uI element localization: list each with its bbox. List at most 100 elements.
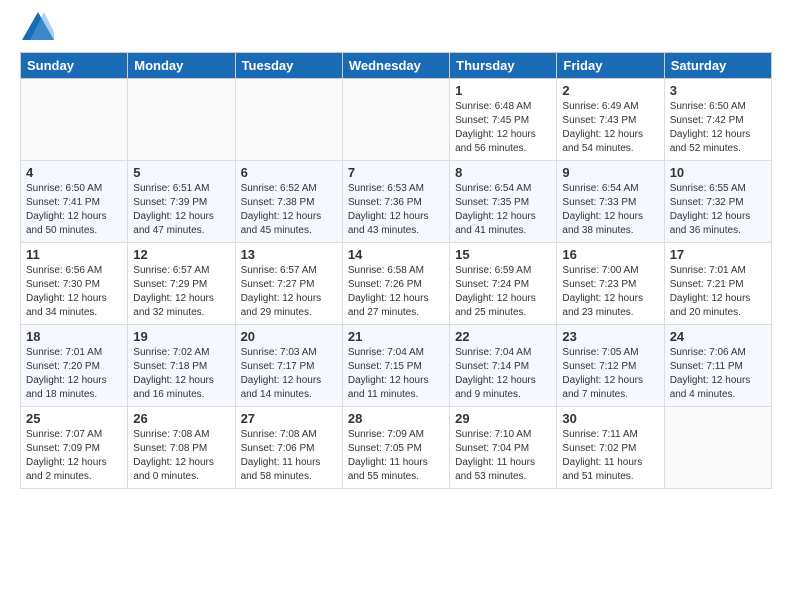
day-number: 13 xyxy=(241,247,337,262)
calendar-cell: 6 Sunrise: 6:52 AMSunset: 7:38 PMDaylight… xyxy=(235,161,342,243)
day-info: Sunrise: 6:51 AMSunset: 7:39 PMDaylight:… xyxy=(133,183,214,236)
logo-icon xyxy=(22,12,54,42)
day-info: Sunrise: 6:50 AMSunset: 7:42 PMDaylight:… xyxy=(670,101,751,154)
calendar-cell: 9 Sunrise: 6:54 AMSunset: 7:33 PMDaylight… xyxy=(557,161,664,243)
day-number: 21 xyxy=(348,329,444,344)
day-info: Sunrise: 6:58 AMSunset: 7:26 PMDaylight:… xyxy=(348,265,429,318)
day-number: 19 xyxy=(133,329,229,344)
calendar-cell: 3 Sunrise: 6:50 AMSunset: 7:42 PMDaylight… xyxy=(664,79,771,161)
day-number: 12 xyxy=(133,247,229,262)
day-number: 24 xyxy=(670,329,766,344)
calendar-cell: 26 Sunrise: 7:08 AMSunset: 7:08 PMDayligh… xyxy=(128,407,235,489)
column-header-tuesday: Tuesday xyxy=(235,53,342,79)
day-number: 28 xyxy=(348,411,444,426)
day-number: 26 xyxy=(133,411,229,426)
calendar-cell: 22Sunrise: 7:04 AMSunset: 7:14 PMDayligh… xyxy=(450,325,557,407)
calendar-cell: 25 Sunrise: 7:07 AMSunset: 7:09 PMDayligh… xyxy=(21,407,128,489)
calendar-table: SundayMondayTuesdayWednesdayThursdayFrid… xyxy=(20,52,772,489)
calendar-header-row: SundayMondayTuesdayWednesdayThursdayFrid… xyxy=(21,53,772,79)
day-number: 10 xyxy=(670,165,766,180)
calendar-cell: 27Sunrise: 7:08 AMSunset: 7:06 PMDayligh… xyxy=(235,407,342,489)
day-info: Sunrise: 6:57 AMSunset: 7:29 PMDaylight:… xyxy=(133,265,214,318)
calendar-cell: 15 Sunrise: 6:59 AMSunset: 7:24 PMDayligh… xyxy=(450,243,557,325)
calendar-cell: 28 Sunrise: 7:09 AMSunset: 7:05 PMDayligh… xyxy=(342,407,449,489)
day-info: Sunrise: 6:56 AMSunset: 7:30 PMDaylight:… xyxy=(26,265,107,318)
day-number: 20 xyxy=(241,329,337,344)
day-info: Sunrise: 7:03 AMSunset: 7:17 PMDaylight:… xyxy=(241,347,322,400)
day-info: Sunrise: 7:01 AMSunset: 7:20 PMDaylight:… xyxy=(26,347,107,400)
calendar-cell: 5 Sunrise: 6:51 AMSunset: 7:39 PMDaylight… xyxy=(128,161,235,243)
column-header-saturday: Saturday xyxy=(664,53,771,79)
day-info: Sunrise: 7:11 AMSunset: 7:02 PMDaylight:… xyxy=(562,429,642,482)
calendar-cell: 17 Sunrise: 7:01 AMSunset: 7:21 PMDayligh… xyxy=(664,243,771,325)
day-info: Sunrise: 6:54 AMSunset: 7:33 PMDaylight:… xyxy=(562,183,643,236)
calendar-week-4: 18 Sunrise: 7:01 AMSunset: 7:20 PMDayligh… xyxy=(21,325,772,407)
calendar-week-2: 4Sunrise: 6:50 AMSunset: 7:41 PMDaylight… xyxy=(21,161,772,243)
calendar-week-3: 11Sunrise: 6:56 AMSunset: 7:30 PMDayligh… xyxy=(21,243,772,325)
column-header-thursday: Thursday xyxy=(450,53,557,79)
day-info: Sunrise: 6:54 AMSunset: 7:35 PMDaylight:… xyxy=(455,183,536,236)
calendar-cell: 16Sunrise: 7:00 AMSunset: 7:23 PMDayligh… xyxy=(557,243,664,325)
day-number: 6 xyxy=(241,165,337,180)
day-number: 2 xyxy=(562,83,658,98)
day-number: 9 xyxy=(562,165,658,180)
day-number: 30 xyxy=(562,411,658,426)
calendar-cell: 20 Sunrise: 7:03 AMSunset: 7:17 PMDayligh… xyxy=(235,325,342,407)
calendar-cell xyxy=(342,79,449,161)
column-header-sunday: Sunday xyxy=(21,53,128,79)
day-info: Sunrise: 6:48 AMSunset: 7:45 PMDaylight:… xyxy=(455,101,536,154)
day-info: Sunrise: 6:57 AMSunset: 7:27 PMDaylight:… xyxy=(241,265,322,318)
day-number: 16 xyxy=(562,247,658,262)
day-number: 17 xyxy=(670,247,766,262)
calendar-cell: 1 Sunrise: 6:48 AMSunset: 7:45 PMDaylight… xyxy=(450,79,557,161)
day-info: Sunrise: 6:49 AMSunset: 7:43 PMDaylight:… xyxy=(562,101,643,154)
day-info: Sunrise: 6:53 AMSunset: 7:36 PMDaylight:… xyxy=(348,183,429,236)
day-number: 3 xyxy=(670,83,766,98)
day-number: 18 xyxy=(26,329,122,344)
day-number: 15 xyxy=(455,247,551,262)
day-info: Sunrise: 7:02 AMSunset: 7:18 PMDaylight:… xyxy=(133,347,214,400)
logo xyxy=(20,20,54,42)
day-number: 25 xyxy=(26,411,122,426)
day-number: 8 xyxy=(455,165,551,180)
calendar-cell xyxy=(21,79,128,161)
day-number: 27 xyxy=(241,411,337,426)
calendar-week-1: 1 Sunrise: 6:48 AMSunset: 7:45 PMDaylight… xyxy=(21,79,772,161)
day-info: Sunrise: 6:52 AMSunset: 7:38 PMDaylight:… xyxy=(241,183,322,236)
day-info: Sunrise: 7:08 AMSunset: 7:08 PMDaylight:… xyxy=(133,429,214,482)
day-info: Sunrise: 7:07 AMSunset: 7:09 PMDaylight:… xyxy=(26,429,107,482)
day-number: 23 xyxy=(562,329,658,344)
calendar-cell: 18 Sunrise: 7:01 AMSunset: 7:20 PMDayligh… xyxy=(21,325,128,407)
day-number: 29 xyxy=(455,411,551,426)
calendar-cell: 4Sunrise: 6:50 AMSunset: 7:41 PMDaylight… xyxy=(21,161,128,243)
day-info: Sunrise: 6:50 AMSunset: 7:41 PMDaylight:… xyxy=(26,183,107,236)
day-number: 5 xyxy=(133,165,229,180)
page: SundayMondayTuesdayWednesdayThursdayFrid… xyxy=(0,0,792,499)
calendar-cell: 13 Sunrise: 6:57 AMSunset: 7:27 PMDayligh… xyxy=(235,243,342,325)
day-info: Sunrise: 7:01 AMSunset: 7:21 PMDaylight:… xyxy=(670,265,751,318)
calendar-cell xyxy=(664,407,771,489)
day-number: 22 xyxy=(455,329,551,344)
day-info: Sunrise: 6:59 AMSunset: 7:24 PMDaylight:… xyxy=(455,265,536,318)
day-number: 14 xyxy=(348,247,444,262)
day-info: Sunrise: 7:09 AMSunset: 7:05 PMDaylight:… xyxy=(348,429,428,482)
calendar-cell: 30 Sunrise: 7:11 AMSunset: 7:02 PMDayligh… xyxy=(557,407,664,489)
calendar-cell: 24Sunrise: 7:06 AMSunset: 7:11 PMDayligh… xyxy=(664,325,771,407)
day-number: 7 xyxy=(348,165,444,180)
calendar-cell: 11Sunrise: 6:56 AMSunset: 7:30 PMDayligh… xyxy=(21,243,128,325)
day-number: 1 xyxy=(455,83,551,98)
calendar-cell: 23 Sunrise: 7:05 AMSunset: 7:12 PMDayligh… xyxy=(557,325,664,407)
calendar-week-5: 25 Sunrise: 7:07 AMSunset: 7:09 PMDayligh… xyxy=(21,407,772,489)
column-header-friday: Friday xyxy=(557,53,664,79)
column-header-monday: Monday xyxy=(128,53,235,79)
calendar-cell: 8 Sunrise: 6:54 AMSunset: 7:35 PMDaylight… xyxy=(450,161,557,243)
calendar-cell: 10Sunrise: 6:55 AMSunset: 7:32 PMDayligh… xyxy=(664,161,771,243)
day-info: Sunrise: 7:05 AMSunset: 7:12 PMDaylight:… xyxy=(562,347,643,400)
calendar-cell: 21 Sunrise: 7:04 AMSunset: 7:15 PMDayligh… xyxy=(342,325,449,407)
calendar-cell: 29Sunrise: 7:10 AMSunset: 7:04 PMDayligh… xyxy=(450,407,557,489)
column-header-wednesday: Wednesday xyxy=(342,53,449,79)
calendar-cell: 2 Sunrise: 6:49 AMSunset: 7:43 PMDaylight… xyxy=(557,79,664,161)
calendar-cell: 7 Sunrise: 6:53 AMSunset: 7:36 PMDaylight… xyxy=(342,161,449,243)
calendar-cell: 12 Sunrise: 6:57 AMSunset: 7:29 PMDayligh… xyxy=(128,243,235,325)
day-info: Sunrise: 7:04 AMSunset: 7:15 PMDaylight:… xyxy=(348,347,429,400)
